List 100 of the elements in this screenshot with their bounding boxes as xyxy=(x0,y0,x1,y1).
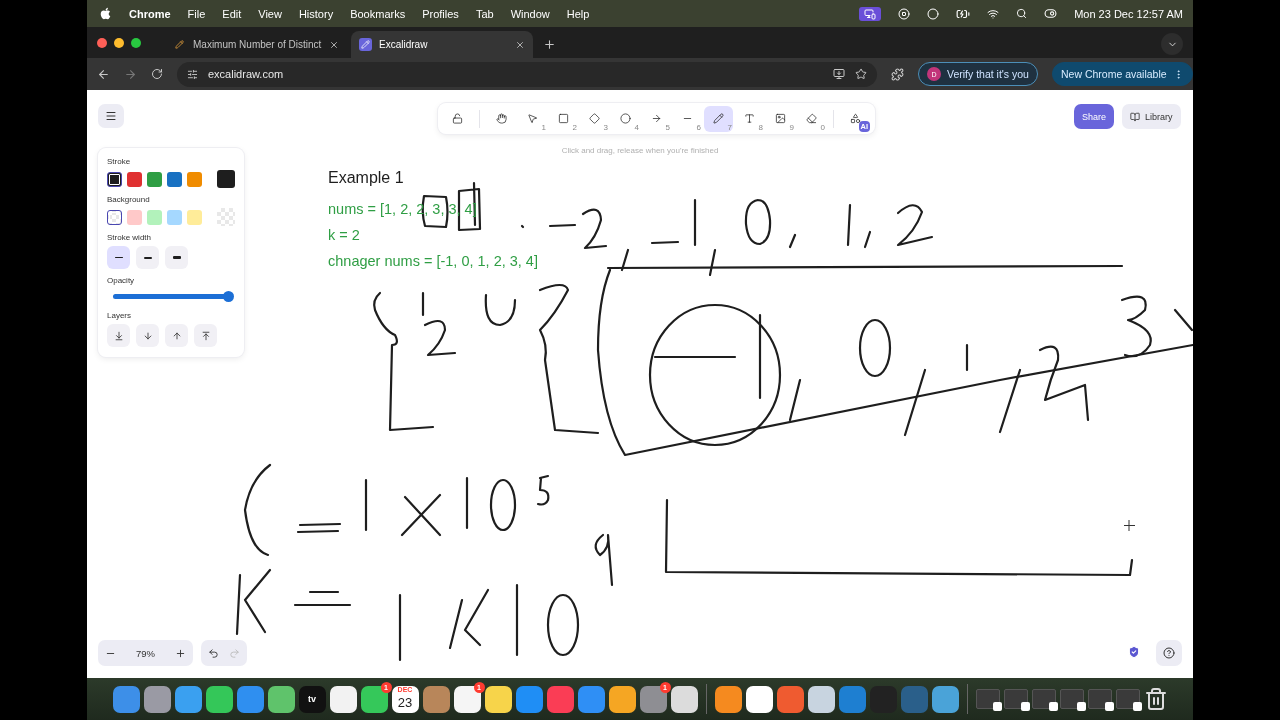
diamond-icon xyxy=(589,113,600,124)
menu-item[interactable]: Edit xyxy=(222,7,242,20)
section-label: Stroke width xyxy=(107,233,153,242)
app-icon[interactable] xyxy=(329,685,357,713)
slider-thumb[interactable] xyxy=(223,291,234,302)
app-icon[interactable] xyxy=(807,685,835,713)
shortcut-key: 0 xyxy=(820,122,825,132)
tool-button[interactable]: 2 xyxy=(549,105,578,132)
clock[interactable]: Mon 23 Dec 12:57 AM xyxy=(1074,7,1183,20)
share-button[interactable]: Share xyxy=(1074,104,1115,129)
extensions-icon[interactable] xyxy=(891,67,904,81)
library-button[interactable]: Library xyxy=(1122,104,1181,129)
app-icon[interactable] xyxy=(267,685,295,713)
tool-button[interactable]: 0 xyxy=(797,105,826,132)
text-icon xyxy=(744,113,755,124)
tv-app-icon[interactable]: tv xyxy=(298,685,326,713)
color-swatch[interactable] xyxy=(167,209,182,225)
control-center-icon[interactable] xyxy=(1044,7,1058,20)
minimized-window[interactable] xyxy=(1031,689,1056,709)
color-swatch[interactable] xyxy=(127,209,142,225)
shortcut-key: 7 xyxy=(727,122,732,132)
shortcut-key: 8 xyxy=(758,122,763,132)
app-icon[interactable] xyxy=(670,685,698,713)
color-swatch[interactable] xyxy=(107,171,122,187)
browser-tab[interactable]: Excalidraw xyxy=(351,31,533,58)
tab-title: Excalidraw xyxy=(379,39,429,50)
tab-title: Maximum Number of Distinct xyxy=(193,39,322,50)
trash-icon[interactable] xyxy=(1143,687,1168,711)
tool-button[interactable]: 1 xyxy=(518,105,547,132)
menu-item[interactable]: File xyxy=(187,7,206,20)
help-button[interactable] xyxy=(1156,640,1182,666)
shortcut-key: 4 xyxy=(634,122,639,132)
update-button[interactable]: New Chrome available xyxy=(1051,62,1193,86)
minimized-window[interactable] xyxy=(975,689,1000,709)
close-icon[interactable] xyxy=(515,39,525,50)
browser-tab[interactable]: Maximum Number of Distinct xyxy=(165,31,347,58)
menu-item[interactable]: Window xyxy=(510,7,550,20)
menu-item[interactable]: Profiles xyxy=(422,7,459,20)
shortcut-key: 9 xyxy=(789,122,794,132)
forward-icon[interactable] xyxy=(124,67,137,81)
tool-button[interactable]: 3 xyxy=(580,105,609,132)
arrow-up-to-line-icon xyxy=(200,330,211,341)
minimized-window[interactable] xyxy=(1115,689,1140,709)
wifi-icon[interactable] xyxy=(987,7,1000,20)
tool-button[interactable]: 8 xyxy=(735,105,764,132)
send-to-back-button[interactable] xyxy=(107,324,130,347)
install-icon[interactable] xyxy=(833,68,845,80)
stroke-width-button[interactable] xyxy=(136,246,159,269)
app-icon[interactable] xyxy=(205,685,233,713)
menu-button[interactable] xyxy=(98,104,124,128)
menu-app-name[interactable]: Chrome xyxy=(129,7,171,20)
menu-item[interactable]: View xyxy=(258,7,282,20)
menu-item[interactable]: Help xyxy=(566,7,590,20)
menu-item[interactable]: Tab xyxy=(475,7,494,20)
stop-record-icon[interactable] xyxy=(898,7,911,20)
minimize-window-button[interactable] xyxy=(114,37,124,48)
minimized-window[interactable] xyxy=(1003,689,1028,709)
app-icon[interactable] xyxy=(714,685,742,713)
bookmark-star-icon[interactable] xyxy=(855,68,867,80)
menu-item[interactable]: Bookmarks xyxy=(350,7,406,20)
color-swatch[interactable] xyxy=(187,209,202,225)
send-backward-button[interactable] xyxy=(136,324,159,347)
back-icon[interactable] xyxy=(97,67,110,81)
color-swatch[interactable] xyxy=(127,171,142,187)
tab-search-button[interactable] xyxy=(1161,33,1183,55)
canvas-text: chnager nums = [-1, 0, 1, 2, 3, 4] xyxy=(328,253,538,269)
app-icon[interactable] xyxy=(745,685,773,713)
canvas-text: k = 2 xyxy=(328,227,360,243)
search-icon[interactable] xyxy=(1016,8,1028,19)
color-swatch[interactable] xyxy=(217,170,235,188)
stroke-width-button[interactable] xyxy=(165,246,188,269)
tool-button[interactable]: 6 xyxy=(673,105,702,132)
app-icon[interactable] xyxy=(608,685,636,713)
minimized-window[interactable] xyxy=(1059,689,1084,709)
menu-item[interactable]: History xyxy=(298,7,334,20)
color-swatch[interactable] xyxy=(147,209,162,225)
screen-share-icon[interactable] xyxy=(859,6,882,21)
tool-button[interactable]: 4 xyxy=(611,105,640,132)
minimized-window[interactable] xyxy=(1087,689,1112,709)
shield-icon[interactable] xyxy=(1127,645,1141,659)
tool-button[interactable]: 5 xyxy=(642,105,671,132)
color-swatch[interactable] xyxy=(147,171,162,187)
address-bar[interactable]: excalidraw.com xyxy=(177,61,877,87)
app-icon[interactable] xyxy=(484,685,512,713)
book-icon xyxy=(1130,111,1140,122)
color-swatch[interactable] xyxy=(187,171,202,187)
site-settings-icon[interactable] xyxy=(187,68,198,80)
close-window-button[interactable] xyxy=(97,37,107,48)
bring-to-front-button[interactable] xyxy=(194,324,217,347)
bring-forward-button[interactable] xyxy=(165,324,188,347)
transparent-swatch[interactable] xyxy=(107,209,122,225)
reload-icon[interactable] xyxy=(151,68,163,80)
zoom-window-button[interactable] xyxy=(131,37,141,48)
tool-button[interactable]: 9 xyxy=(766,105,795,132)
apple-logo-icon[interactable] xyxy=(99,7,112,20)
handwriting-drawing xyxy=(594,533,614,587)
color-swatch[interactable] xyxy=(167,171,182,187)
pencil-icon xyxy=(713,113,724,124)
shortcut-key: 6 xyxy=(696,122,701,132)
close-icon[interactable] xyxy=(329,39,339,50)
